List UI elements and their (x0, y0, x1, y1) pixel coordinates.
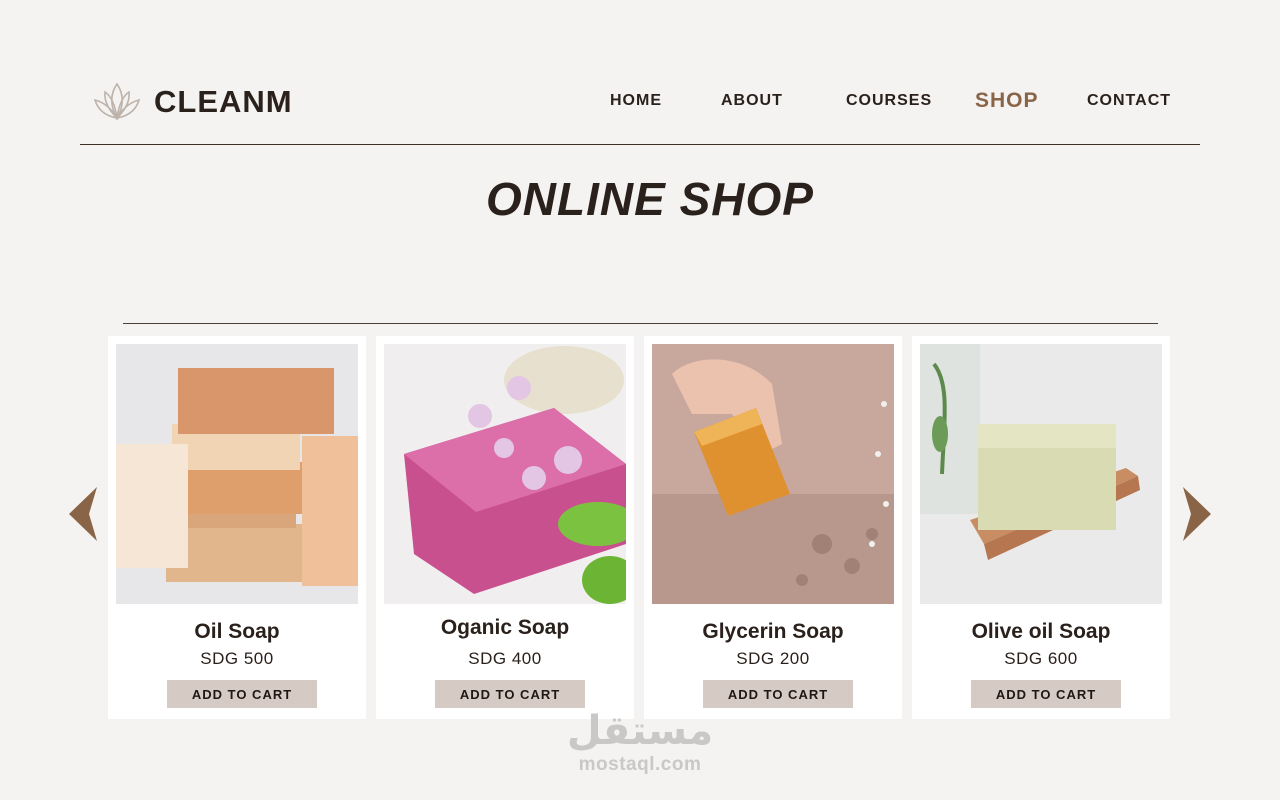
product-name: Oil Soap (194, 620, 280, 643)
nav-item-home[interactable]: HOME (610, 92, 662, 110)
add-to-cart-button[interactable]: ADD TO CART (703, 680, 853, 708)
watermark-arabic: مستقل (566, 708, 714, 754)
product-name: Olive oil Soap (971, 620, 1111, 643)
page-title: ONLINE SHOP (486, 173, 814, 225)
olive-soap-on-wooden-dish-image[interactable] (920, 344, 1162, 604)
product-card[interactable]: Olive oil Soap SDG 600 ADD TO CART (912, 336, 1170, 719)
chevron-left-icon[interactable] (67, 486, 99, 542)
nav-item-contact[interactable]: CONTACT (1087, 92, 1171, 110)
watermark: مستقل mostaql.com (560, 708, 720, 776)
main-nav: HOME ABOUT COURSES SHOP CONTACT (0, 89, 1280, 122)
pink-soap-with-flowers-image[interactable] (384, 344, 626, 604)
product-name: Glycerin Soap (702, 620, 844, 643)
product-card[interactable]: Oil Soap SDG 500 ADD TO CART (108, 336, 366, 719)
watermark-latin: mostaql.com (578, 754, 702, 775)
product-card[interactable]: Glycerin Soap SDG 200 ADD TO CART (644, 336, 902, 719)
product-price: SDG 500 (200, 649, 274, 668)
nav-item-courses[interactable]: COURSES (846, 92, 932, 110)
product-price: SDG 600 (1004, 649, 1078, 668)
product-name: Oganic Soap (440, 616, 570, 639)
product-price: SDG 400 (468, 649, 542, 668)
add-to-cart-button[interactable]: ADD TO CART (435, 680, 585, 708)
section-divider (123, 323, 1158, 324)
header-divider (80, 144, 1200, 145)
hand-holding-glycerin-soap-image[interactable] (652, 344, 894, 604)
product-card[interactable]: Oganic Soap SDG 400 ADD TO CART (376, 336, 634, 719)
chevron-right-icon[interactable] (1181, 486, 1213, 542)
shop-page: CLEANM HOME ABOUT COURSES SHOP CONTACT O… (0, 0, 1280, 800)
product-price: SDG 200 (736, 649, 810, 668)
nav-item-about[interactable]: ABOUT (721, 92, 783, 110)
add-to-cart-button[interactable]: ADD TO CART (167, 680, 317, 708)
add-to-cart-button[interactable]: ADD TO CART (971, 680, 1121, 708)
nav-item-shop[interactable]: SHOP (975, 89, 1039, 113)
stacked-soap-bars-image[interactable] (116, 344, 358, 604)
